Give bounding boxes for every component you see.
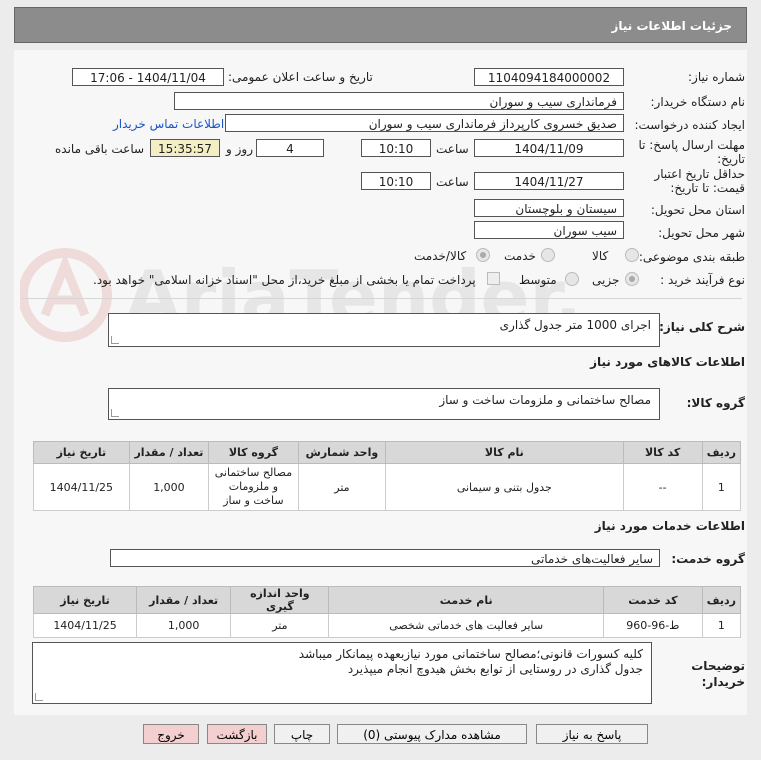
process-radio-minor[interactable] bbox=[625, 272, 639, 286]
goods-group-field: مصالح ساختمانی و ملزومات ساخت و ساز bbox=[108, 388, 660, 420]
services-table-header-row: ردیف کد خدمت نام خدمت واحد اندازه گیری ت… bbox=[32, 586, 742, 614]
city-field: سیب سوران bbox=[474, 221, 624, 239]
deadline-time-field: 10:10 bbox=[361, 139, 431, 157]
service-col-name: نام خدمت bbox=[328, 586, 604, 614]
goods-section-title: اطلاعات کالاهای مورد نیاز bbox=[590, 355, 745, 369]
table-row[interactable]: 1 ط-96-960 سایر فعالیت های خدماتی شخصی م… bbox=[32, 613, 742, 638]
goods-col-date: تاریخ نیاز bbox=[33, 441, 130, 464]
buyer-notes-field: کلیه کسورات قانونی؛مصالح ساختمانی مورد ن… bbox=[32, 642, 652, 704]
table-row[interactable]: 1 -- جدول بتنی و سیمانی متر مصالح ساختما… bbox=[33, 463, 742, 511]
category-radio-goods-service[interactable] bbox=[476, 248, 490, 262]
days-label: روز و bbox=[226, 142, 253, 156]
divider bbox=[22, 298, 742, 299]
announce-label: تاریخ و ساعت اعلان عمومی: bbox=[228, 70, 373, 84]
category-option-goods-service: کالا/خدمت bbox=[414, 249, 467, 263]
service-cell-code: ط-96-960 bbox=[602, 613, 703, 638]
description-field: اجرای 1000 متر جدول گذاری bbox=[108, 313, 660, 347]
service-col-unit: واحد اندازه گیری bbox=[230, 586, 330, 614]
buyer-org-field: فرمانداری سیب و سوران bbox=[174, 92, 624, 110]
buyer-notes-label: توضیحات خریدار: bbox=[691, 659, 745, 689]
goods-cell-date: 1404/11/25 bbox=[33, 463, 130, 511]
goods-cell-group: مصالح ساختمانی و ملزومات ساخت و ساز bbox=[208, 463, 299, 511]
remaining-time-field: 15:35:57 bbox=[150, 139, 220, 157]
service-cell-name: سایر فعالیت های خدماتی شخصی bbox=[328, 613, 604, 638]
print-button[interactable]: چاپ bbox=[274, 724, 330, 744]
description-text: اجرای 1000 متر جدول گذاری bbox=[499, 318, 651, 332]
goods-col-code: کد کالا bbox=[622, 441, 703, 464]
goods-cell-code: -- bbox=[622, 463, 703, 511]
validity-date-field: 1404/11/27 bbox=[474, 172, 624, 190]
service-cell-row: 1 bbox=[701, 613, 742, 638]
deadline-label: مهلت ارسال پاسخ: تا تاریخ: bbox=[638, 138, 745, 166]
category-radio-service[interactable] bbox=[541, 248, 555, 262]
category-option-goods: کالا bbox=[592, 249, 609, 263]
province-field: سیستان و بلوچستان bbox=[474, 199, 624, 217]
reply-button[interactable]: پاسخ به نیاز bbox=[536, 724, 648, 744]
category-option-service: خدمت bbox=[504, 249, 536, 263]
buyer-notes-line-2: جدول گذاری در روستایی از توابع بخش هیدوچ… bbox=[347, 662, 643, 676]
process-radio-medium[interactable] bbox=[565, 272, 579, 286]
payment-note: پرداخت تمام یا بخشی از مبلغ خرید،از محل … bbox=[93, 273, 476, 287]
goods-col-unit: واحد شمارش bbox=[297, 441, 387, 464]
resize-grip-icon[interactable] bbox=[111, 336, 119, 344]
category-label: طبقه بندی موضوعی: bbox=[638, 250, 745, 264]
service-group-field: سایر فعالیت‌های خدماتی bbox=[110, 549, 660, 567]
goods-group-text: مصالح ساختمانی و ملزومات ساخت و ساز bbox=[439, 393, 651, 407]
service-col-row: ردیف bbox=[701, 586, 742, 614]
validity-time-label: ساعت bbox=[436, 175, 469, 189]
page-title: جزئیات اطلاعات نیاز bbox=[14, 7, 747, 43]
goods-cell-qty: 1,000 bbox=[128, 463, 210, 511]
resize-grip-icon[interactable] bbox=[35, 693, 43, 701]
services-table: ردیف کد خدمت نام خدمت واحد اندازه گیری ت… bbox=[32, 586, 742, 638]
service-cell-qty: 1,000 bbox=[136, 613, 232, 638]
description-label: شرح کلی نیاز: bbox=[659, 320, 745, 334]
service-group-label: گروه خدمت: bbox=[671, 552, 745, 566]
process-option-medium: متوسط bbox=[519, 273, 557, 287]
buyer-org-label: نام دستگاه خریدار: bbox=[650, 95, 746, 109]
city-label: شهر محل تحویل: bbox=[658, 226, 745, 240]
goods-group-label: گروه کالا: bbox=[686, 396, 745, 410]
service-col-qty: تعداد / مقدار bbox=[136, 586, 232, 614]
goods-table: ردیف کد کالا نام کالا واحد شمارش گروه کا… bbox=[33, 441, 742, 511]
goods-col-row: ردیف bbox=[701, 441, 742, 464]
creator-label: ایجاد کننده درخواست: bbox=[634, 118, 745, 132]
goods-col-qty: تعداد / مقدار bbox=[128, 441, 210, 464]
buyer-notes-line-1: کلیه کسورات قانونی؛مصالح ساختمانی مورد ن… bbox=[298, 647, 643, 661]
announce-field: 1404/11/04 - 17:06 bbox=[72, 68, 224, 86]
goods-cell-unit: متر bbox=[297, 463, 387, 511]
service-col-code: کد خدمت bbox=[602, 586, 703, 614]
deadline-time-label: ساعت bbox=[436, 142, 469, 156]
process-type-label: نوع فرآیند خرید : bbox=[660, 273, 745, 287]
treasury-checkbox[interactable] bbox=[487, 272, 500, 285]
buyer-contact-link[interactable]: اطلاعات تماس خریدار bbox=[113, 117, 224, 131]
process-option-minor: جزیی bbox=[592, 273, 620, 287]
service-col-date: تاریخ نیاز bbox=[32, 586, 138, 614]
goods-table-header-row: ردیف کد کالا نام کالا واحد شمارش گروه کا… bbox=[33, 441, 742, 464]
goods-col-group: گروه کالا bbox=[208, 441, 299, 464]
need-number-field: 1104094184000002 bbox=[474, 68, 624, 86]
deadline-date-field: 1404/11/09 bbox=[474, 139, 624, 157]
service-cell-date: 1404/11/25 bbox=[32, 613, 138, 638]
view-attachments-button[interactable]: مشاهده مدارک پیوستی (0) bbox=[337, 724, 527, 744]
goods-col-name: نام کالا bbox=[385, 441, 624, 464]
validity-time-field: 10:10 bbox=[361, 172, 431, 190]
validity-label: حداقل تاریخ اعتبار قیمت: تا تاریخ: bbox=[654, 167, 745, 195]
resize-grip-icon[interactable] bbox=[111, 409, 119, 417]
goods-cell-name: جدول بتنی و سیمانی bbox=[385, 463, 624, 511]
services-section-title: اطلاعات خدمات مورد نیاز bbox=[594, 519, 745, 533]
exit-button[interactable]: خروج bbox=[143, 724, 199, 744]
province-label: استان محل تحویل: bbox=[650, 203, 745, 217]
creator-field: صدیق خسروی کارپرداز فرمانداری سیب و سورا… bbox=[225, 114, 624, 132]
service-cell-unit: متر bbox=[230, 613, 330, 638]
days-remaining-field: 4 bbox=[256, 139, 324, 157]
goods-cell-row: 1 bbox=[701, 463, 742, 511]
need-number-label: شماره نیاز: bbox=[688, 70, 745, 84]
back-button[interactable]: بازگشت bbox=[207, 724, 267, 744]
remaining-time-label: ساعت باقی مانده bbox=[55, 142, 145, 156]
category-radio-goods[interactable] bbox=[625, 248, 639, 262]
